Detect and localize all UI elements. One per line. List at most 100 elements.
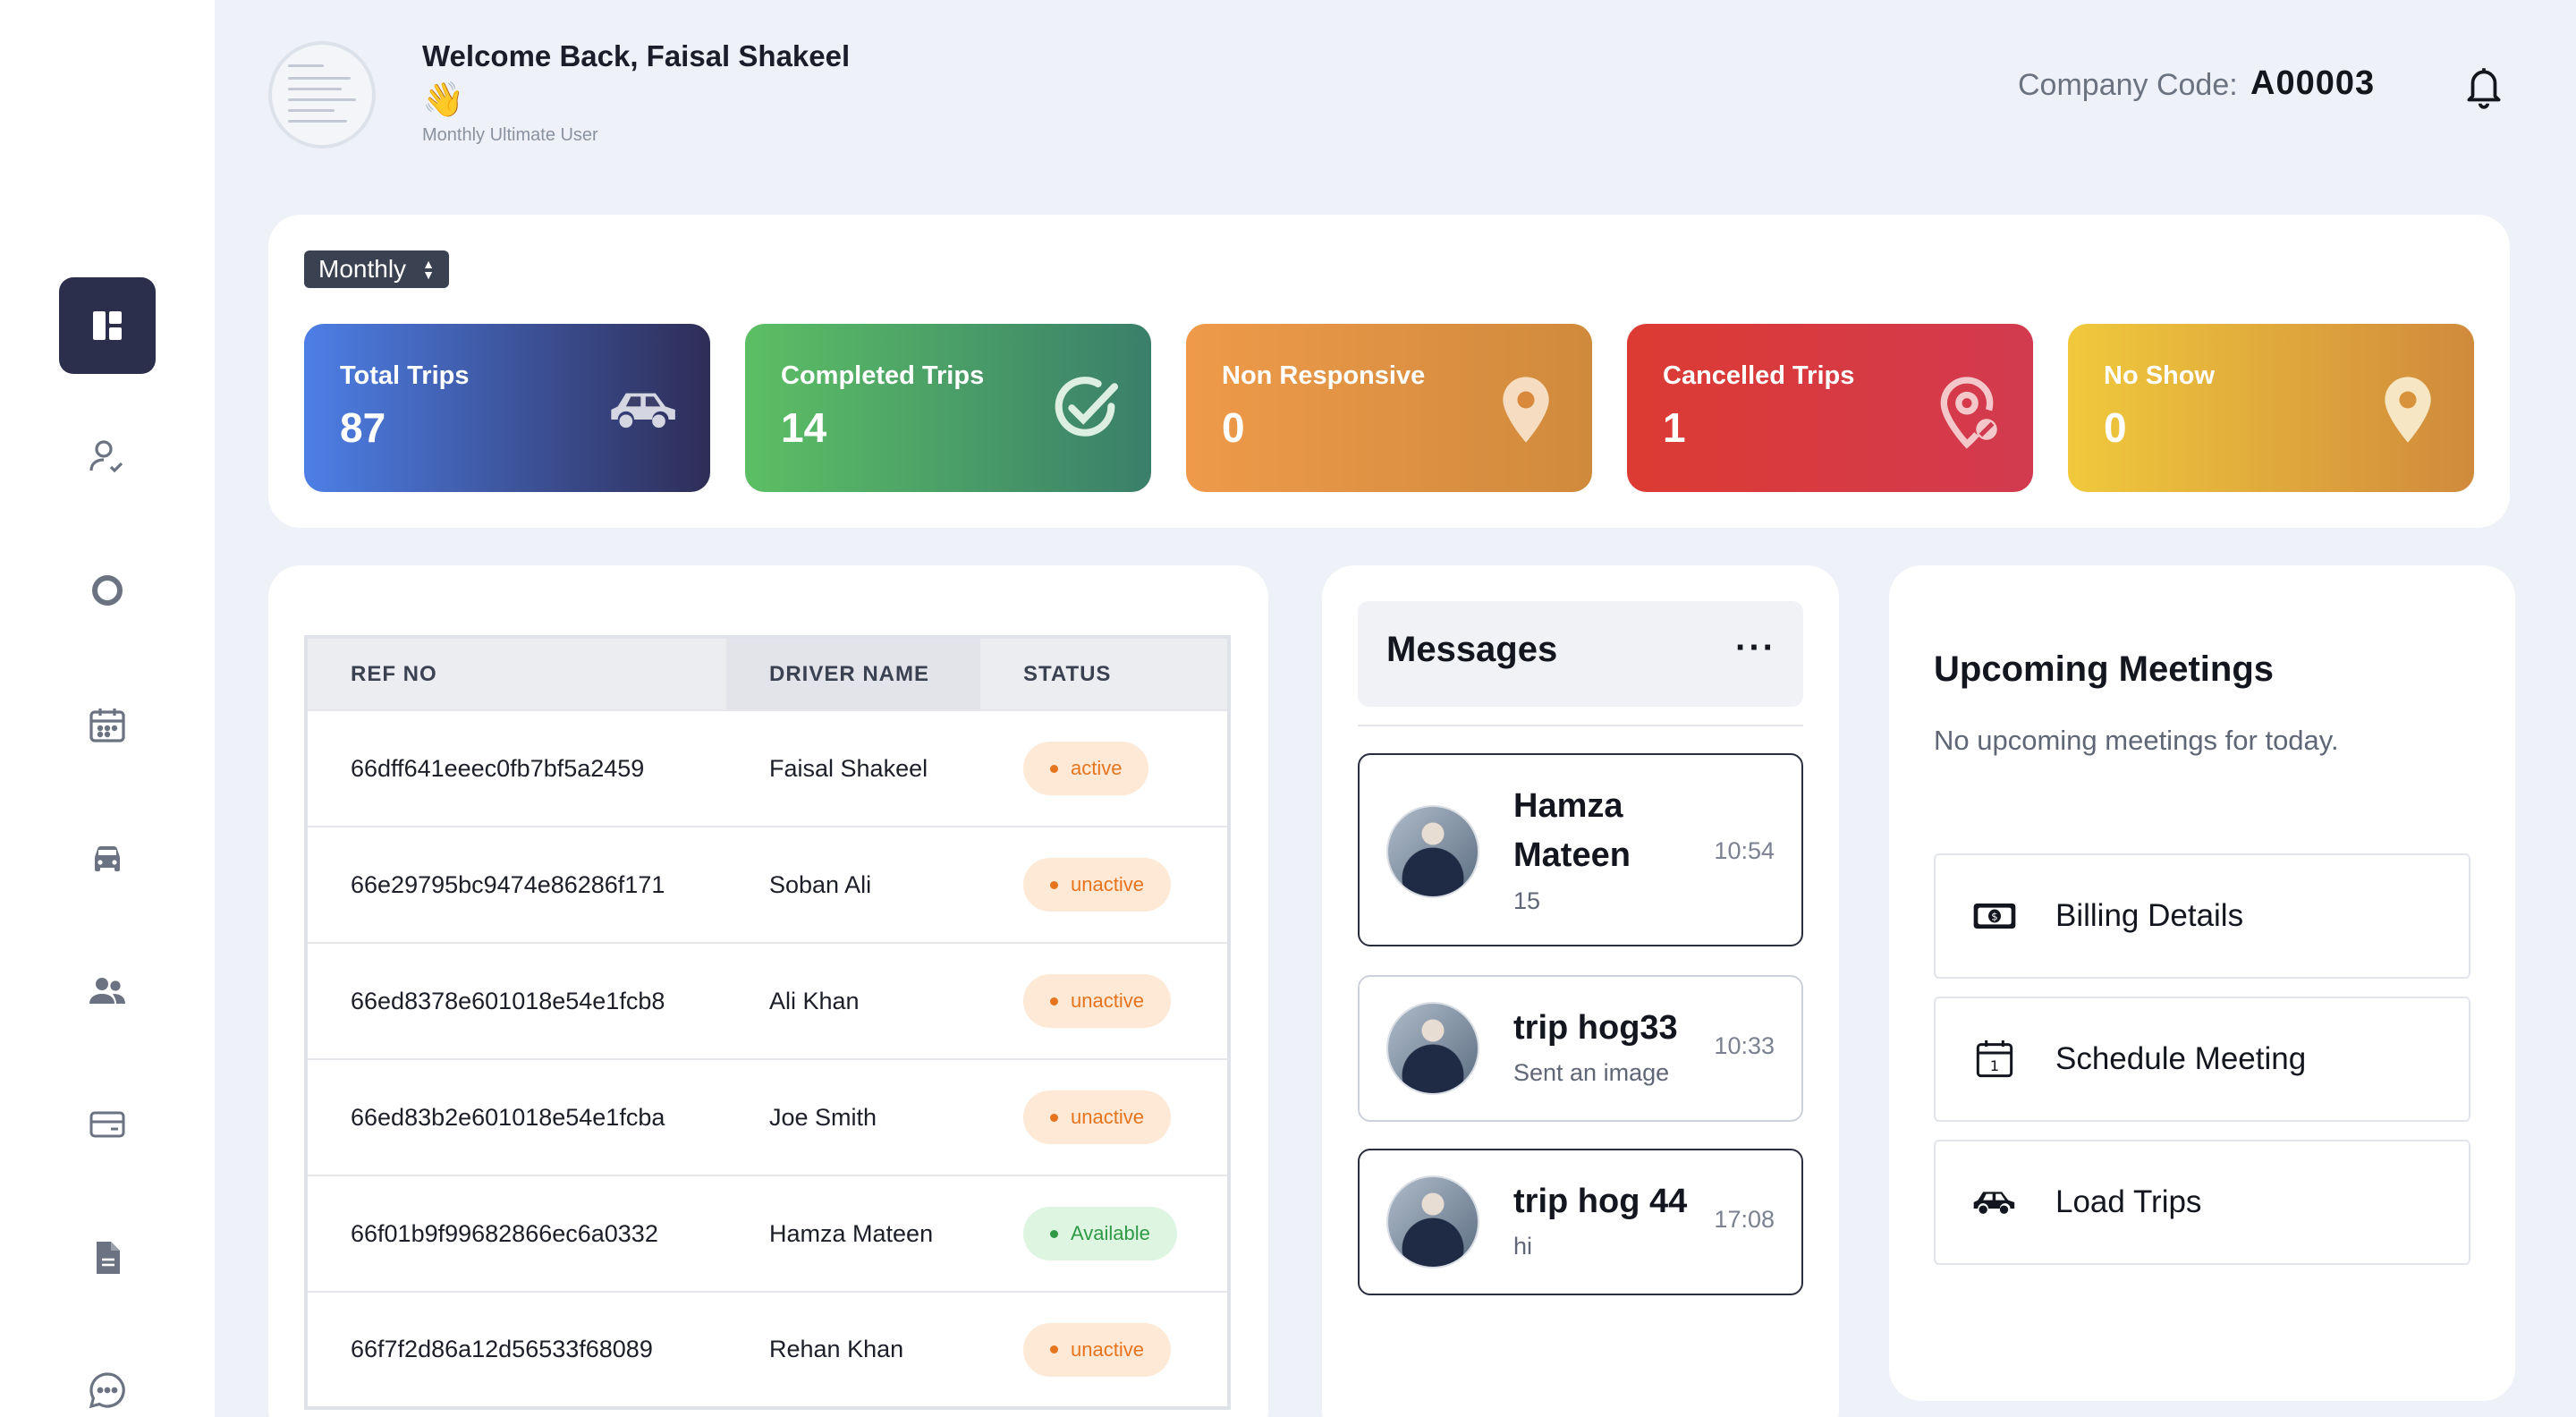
table-row[interactable]: 66f01b9f99682866ec6a0332 Hamza Mateen Av… (306, 1175, 1229, 1292)
status-dot-icon (1050, 1345, 1058, 1353)
sidebar-item-documents[interactable] (59, 1209, 156, 1306)
status-text: unactive (1071, 1337, 1144, 1361)
dashboard-icon (93, 311, 122, 340)
table-row[interactable]: 66ed8378e601018e54e1fcb8 Ali Khan unacti… (306, 942, 1229, 1059)
document-icon (97, 1242, 120, 1274)
user-check-icon (89, 440, 123, 473)
wave-emoji: 👋 (422, 81, 465, 119)
message-preview: hi (1513, 1233, 1533, 1260)
messages-title: Messages (1386, 630, 1558, 669)
table-row[interactable]: 66ed83b2e601018e54e1fcba Joe Smith unact… (306, 1058, 1229, 1175)
svg-text:$: $ (1991, 911, 1997, 923)
message-item[interactable]: trip hog33 Sent an image 10:33 (1358, 975, 1803, 1122)
messages-header: Messages ··· (1358, 601, 1803, 707)
status-badge: unactive (1023, 858, 1171, 912)
status-cell: unactive (980, 1058, 1229, 1175)
ref-no-cell: 66ed8378e601018e54e1fcb8 (306, 942, 726, 1059)
map-pin-icon (1503, 377, 1549, 443)
message-time: 10:33 (1714, 1032, 1775, 1059)
message-time: 10:54 (1714, 837, 1775, 864)
messages-panel: Messages ··· Hamza Mateen 15 10:54 trip … (1322, 565, 1839, 1417)
meetings-title: Upcoming Meetings (1934, 649, 2275, 689)
company-code-label: Company Code: (2018, 68, 2238, 102)
column-header-ref-no[interactable]: REF NO (306, 637, 726, 710)
status-badge: unactive (1023, 1322, 1171, 1377)
driver-name-cell: Rehan Khan (726, 1291, 980, 1408)
stat-card-completed-trips[interactable]: Completed Trips 14 (745, 324, 1151, 492)
table-header-row: REF NO DRIVER NAME STATUS (306, 637, 1229, 710)
car-icon (611, 393, 675, 428)
meetings-panel: Upcoming Meetings No upcoming meetings f… (1889, 565, 2515, 1401)
sidebar-item-calendar[interactable] (59, 676, 156, 773)
message-item[interactable]: Hamza Mateen 15 10:54 (1358, 753, 1803, 946)
period-select-value: Monthly (318, 255, 407, 283)
schedule-meeting-button[interactable]: 1 Schedule Meeting (1934, 997, 2470, 1122)
calendar-icon (89, 708, 125, 742)
status-text: Available (1071, 1222, 1150, 1244)
load-trips-label: Load Trips (2055, 1184, 2202, 1219)
notification-bell-icon[interactable] (2462, 63, 2506, 111)
status-badge: unactive (1023, 1090, 1171, 1144)
status-dot-icon (1050, 764, 1058, 773)
column-header-driver-name[interactable]: DRIVER NAME (726, 637, 980, 710)
sidebar-item-users[interactable] (59, 943, 156, 1039)
avatar (1386, 805, 1479, 898)
column-header-status[interactable]: STATUS (980, 637, 1229, 710)
location-off-icon (1940, 377, 1997, 449)
ref-no-cell: 66ed83b2e601018e54e1fcba (306, 1058, 726, 1175)
avatar (1386, 1002, 1479, 1095)
load-trips-button[interactable]: Load Trips (1934, 1140, 2470, 1265)
stat-card-total-trips[interactable]: Total Trips 87 (304, 324, 710, 492)
message-time: 17:08 (1714, 1206, 1775, 1233)
ref-no-cell: 66e29795bc9474e86286f171 (306, 826, 726, 943)
table-row[interactable]: 66f7f2d86a12d56533f68089 Rehan Khan unac… (306, 1291, 1229, 1408)
stat-card-non-responsive[interactable]: Non Responsive 0 (1186, 324, 1592, 492)
stats-panel: Monthly ▲ ▼ Total Trips 87 Completed Trip… (268, 215, 2510, 528)
status-text: unactive (1071, 1106, 1144, 1128)
meetings-empty-text: No upcoming meetings for today. (1934, 725, 2339, 756)
message-sender: Hamza Mateen (1513, 787, 1631, 874)
status-text: unactive (1071, 873, 1144, 895)
svg-text:1: 1 (1990, 1057, 1999, 1074)
status-cell: Available (980, 1175, 1229, 1292)
car-icon (1973, 1192, 2015, 1214)
status-cell: active (980, 709, 1229, 827)
table-row[interactable]: 66dff641eeec0fb7bf5a2459 Faisal Shakeel … (306, 709, 1229, 827)
sidebar-item-card[interactable] (59, 1075, 156, 1172)
profile-avatar[interactable] (268, 41, 376, 148)
more-options-icon[interactable]: ··· (1735, 628, 1776, 668)
status-dot-icon (1050, 1229, 1058, 1238)
driver-name-cell: Faisal Shakeel (726, 709, 980, 827)
driver-name-cell: Hamza Mateen (726, 1175, 980, 1292)
status-text: active (1071, 757, 1123, 779)
stat-card-cancelled-trips[interactable]: Cancelled Trips 1 (1627, 324, 2033, 492)
message-preview: 15 (1513, 887, 1541, 914)
sidebar-item-chat[interactable] (59, 1342, 156, 1417)
driver-name-cell: Soban Ali (726, 826, 980, 943)
ref-no-cell: 66f7f2d86a12d56533f68089 (306, 1291, 726, 1408)
status-dot-icon (1050, 1113, 1058, 1122)
period-select[interactable]: Monthly ▲ ▼ (304, 250, 449, 288)
status-cell: unactive (980, 1291, 1229, 1408)
card-icon (89, 1111, 125, 1138)
sidebar-item-dashboard[interactable] (59, 277, 156, 374)
divider (1358, 725, 1803, 726)
status-badge: active (1023, 742, 1149, 795)
chat-icon (89, 1372, 125, 1409)
table-row[interactable]: 66e29795bc9474e86286f171 Soban Ali unact… (306, 826, 1229, 943)
welcome-title: Welcome Back, Faisal Shakeel (422, 39, 851, 72)
calendar-icon: 1 (1976, 1040, 2013, 1078)
message-preview: Sent an image (1513, 1059, 1670, 1086)
billing-details-button[interactable]: $ Billing Details (1934, 853, 2470, 979)
driver-name-cell: Ali Khan (726, 942, 980, 1059)
sidebar-item-circle[interactable] (59, 542, 156, 639)
sidebar-item-car[interactable] (59, 810, 156, 907)
status-dot-icon (1050, 997, 1058, 1005)
status-badge: Available (1023, 1207, 1177, 1260)
message-item[interactable]: trip hog 44 hi 17:08 (1358, 1149, 1803, 1295)
sidebar-item-user-check[interactable] (59, 408, 156, 505)
stat-card-no-show[interactable]: No Show 0 (2068, 324, 2474, 492)
status-cell: unactive (980, 942, 1229, 1059)
driver-name-cell: Joe Smith (726, 1058, 980, 1175)
banknote-icon: $ (1973, 904, 2016, 929)
